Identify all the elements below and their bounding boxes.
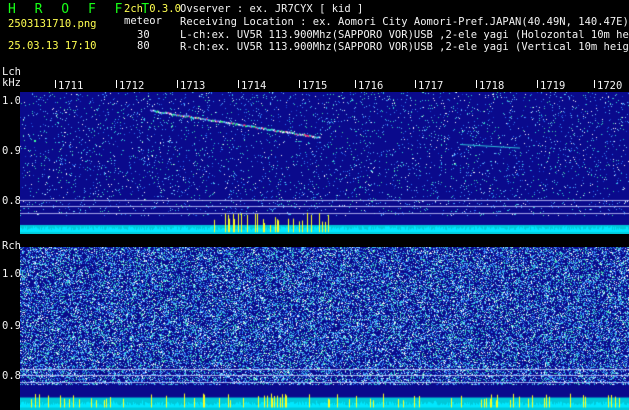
- rch-waterfall-canvas: [20, 247, 629, 410]
- time-label: 1719: [540, 80, 566, 92]
- rch-freq-tick: 0.9: [2, 320, 21, 332]
- detect-label: meteor: [124, 15, 162, 27]
- rch-count: 80: [137, 40, 150, 52]
- time-label: 1718: [479, 80, 505, 92]
- time-tick: [55, 80, 56, 88]
- time-label: 1712: [119, 80, 145, 92]
- lch-freq-tick: 0.8: [2, 195, 21, 207]
- time-tick: [355, 80, 356, 88]
- lch-description: L-ch:ex. UV5R 113.900Mhz(SAPPORO VOR)USB…: [180, 29, 629, 41]
- rch-freq-tick: 0.8: [2, 370, 21, 382]
- lch-spectrogram: [20, 92, 629, 234]
- rch-title: Rch: [2, 240, 21, 252]
- time-label: 1715: [302, 80, 328, 92]
- time-tick: [415, 80, 416, 88]
- timestamp: 25.03.13 17:10: [8, 40, 97, 52]
- time-label: 1713: [180, 80, 206, 92]
- time-label: 1711: [58, 80, 84, 92]
- lch-waterfall-canvas: [20, 92, 629, 234]
- rch-spectrogram: [20, 247, 629, 410]
- lch-count: 30: [137, 29, 150, 41]
- location-info: Receiving Location : ex. Aomori City Aom…: [180, 16, 629, 28]
- version-label: 2ch 0.3.0: [124, 3, 181, 15]
- rch-description: R-ch:ex. UV5R 113.900Mhz(SAPPORO VOR)USB…: [180, 41, 629, 53]
- time-label: 1717: [418, 80, 444, 92]
- lch-unit: kHz: [2, 77, 21, 89]
- time-tick: [476, 80, 477, 88]
- lch-title: Lch: [2, 66, 21, 78]
- time-tick: [238, 80, 239, 88]
- time-label: 1716: [358, 80, 384, 92]
- file-name: 2503131710.png: [8, 18, 97, 30]
- rch-freq-tick: 1.0: [2, 268, 21, 280]
- time-tick: [537, 80, 538, 88]
- time-label: 1714: [241, 80, 267, 92]
- time-tick: [177, 80, 178, 88]
- time-tick: [299, 80, 300, 88]
- lch-freq-tick: 1.0: [2, 95, 21, 107]
- time-label: 1720: [597, 80, 623, 92]
- time-tick: [594, 80, 595, 88]
- observer-info: Ovserver : ex. JR7CYX [ kid ]: [180, 3, 364, 15]
- time-tick: [116, 80, 117, 88]
- lch-freq-tick: 0.9: [2, 145, 21, 157]
